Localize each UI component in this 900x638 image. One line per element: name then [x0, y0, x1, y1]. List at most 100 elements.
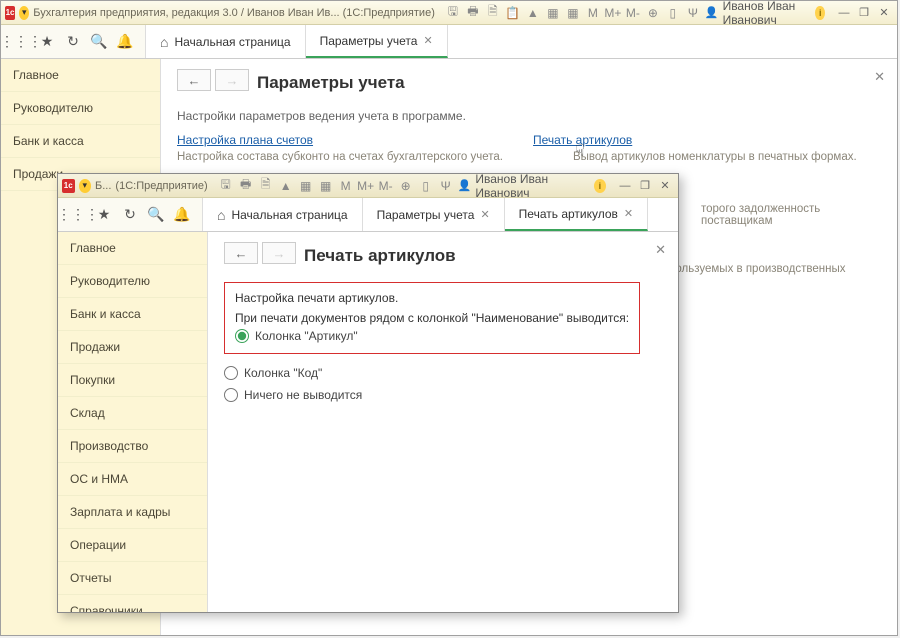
- back-button[interactable]: ←: [177, 69, 211, 91]
- sidebar-item-bank[interactable]: Банк и касса: [58, 298, 207, 331]
- favorite-icon[interactable]: ★: [37, 32, 57, 52]
- sub-print-articles: Вывод артикулов номенклатуры в печатных …: [573, 151, 857, 163]
- user-block[interactable]: 👤 Иванов Иван Иванович i: [705, 0, 825, 27]
- dropdown-icon[interactable]: ▾: [79, 179, 92, 193]
- close-button[interactable]: ✕: [875, 5, 893, 21]
- save-icon[interactable]: 🖫: [445, 5, 461, 21]
- m-icon[interactable]: M: [585, 5, 601, 21]
- inner-titlebar: 1c ▾ Б... (1С:Предприятие) 🖫 🖶 🗎 ▲ ▦ ▦ M…: [58, 174, 678, 198]
- radio-option-article[interactable]: Колонка "Артикул": [235, 325, 629, 347]
- home-icon: ⌂: [217, 207, 225, 223]
- close-icon[interactable]: ✕: [480, 208, 489, 221]
- bell-icon[interactable]: 🔔: [172, 205, 192, 225]
- inner-tab-home-label: Начальная страница: [231, 208, 347, 222]
- info-icon[interactable]: i: [594, 179, 606, 193]
- history-icon[interactable]: ↻: [63, 32, 83, 52]
- sidebar-item-operations[interactable]: Операции: [58, 529, 207, 562]
- sidebar-item-manager[interactable]: Руководителю: [1, 92, 160, 125]
- page-close-icon[interactable]: ✕: [874, 69, 885, 85]
- inner-tab-params[interactable]: Параметры учета ✕: [363, 198, 505, 231]
- tab-params-label: Параметры учета: [320, 34, 418, 48]
- preview-icon[interactable]: 🗎: [258, 178, 274, 194]
- history-icon[interactable]: ↻: [120, 205, 140, 225]
- link-plan-accounts[interactable]: Настройка плана счетов: [177, 133, 313, 147]
- apps-icon[interactable]: ⋮⋮⋮: [68, 205, 88, 225]
- sidebar-item-warehouse[interactable]: Склад: [58, 397, 207, 430]
- zoom-icon[interactable]: ⊕: [398, 178, 414, 194]
- apps-icon[interactable]: ⋮⋮⋮: [11, 32, 31, 52]
- radio-option-code[interactable]: Колонка "Код": [224, 362, 662, 384]
- sidebar-item-reports[interactable]: Отчеты: [58, 562, 207, 595]
- m-minus-icon[interactable]: M-: [625, 5, 641, 21]
- forward-button[interactable]: →: [215, 69, 249, 91]
- radio-option-none[interactable]: Ничего не выводится: [224, 384, 662, 406]
- inner-page-close-icon[interactable]: ✕: [655, 242, 666, 258]
- doc-icon[interactable]: ▯: [665, 5, 681, 21]
- sidebar-item-main[interactable]: Главное: [1, 59, 160, 92]
- maximize-button[interactable]: ❐: [855, 5, 873, 21]
- sidebar-item-purchases[interactable]: Покупки: [58, 364, 207, 397]
- doc-icon[interactable]: ▯: [418, 178, 434, 194]
- tab-home[interactable]: ⌂ Начальная страница: [146, 25, 306, 58]
- calendar-icon[interactable]: ▦: [298, 178, 314, 194]
- print-icon[interactable]: 🖶: [238, 178, 254, 194]
- grid-icon[interactable]: ▦: [318, 178, 334, 194]
- m-plus-icon[interactable]: M+: [605, 5, 621, 21]
- close-button[interactable]: ✕: [656, 178, 674, 194]
- save-icon[interactable]: 🖫: [218, 178, 234, 194]
- grid-icon[interactable]: ▦: [565, 5, 581, 21]
- inner-tab-params-label: Параметры учета: [377, 208, 475, 222]
- sidebar-item-assets[interactable]: ОС и НМА: [58, 463, 207, 496]
- close-icon[interactable]: ✕: [624, 207, 633, 220]
- maximize-button[interactable]: ❐: [636, 178, 654, 194]
- tool-icon[interactable]: Ψ: [685, 5, 701, 21]
- print-icon[interactable]: 🖶: [465, 5, 481, 21]
- sub-plan-accounts: Настройка состава субконто на счетах бух…: [177, 151, 503, 163]
- tool-icon[interactable]: Ψ: [438, 178, 454, 194]
- radio-none[interactable]: [224, 388, 238, 402]
- m-icon[interactable]: M: [338, 178, 354, 194]
- bell-icon[interactable]: 🔔: [115, 32, 135, 52]
- calendar-icon[interactable]: ▦: [545, 5, 561, 21]
- sidebar-item-production[interactable]: Производство: [58, 430, 207, 463]
- check-icon[interactable]: ▲: [278, 178, 294, 194]
- radio-article[interactable]: [235, 329, 249, 343]
- sidebar-item-bank[interactable]: Банк и касса: [1, 125, 160, 158]
- forward-button[interactable]: →: [262, 242, 296, 264]
- app-logo-icon: 1c: [62, 179, 75, 193]
- main-toolbar: ⋮⋮⋮ ★ ↻ 🔍 🔔 ⌂ Начальная страница Парамет…: [1, 25, 897, 59]
- sidebar-item-sales[interactable]: Продажи: [58, 331, 207, 364]
- inner-user-block[interactable]: 👤 Иванов Иван Иванович i: [458, 172, 606, 200]
- inner-tab-home[interactable]: ⌂ Начальная страница: [203, 198, 363, 231]
- sidebar-item-main[interactable]: Главное: [58, 232, 207, 265]
- user-icon: 👤: [458, 179, 472, 192]
- sidebar-item-manager[interactable]: Руководителю: [58, 265, 207, 298]
- minimize-button[interactable]: —: [616, 178, 634, 194]
- toolbar-icons: ⋮⋮⋮ ★ ↻ 🔍 🔔: [1, 25, 146, 58]
- favorite-icon[interactable]: ★: [94, 205, 114, 225]
- dropdown-icon[interactable]: ▾: [19, 6, 29, 20]
- window-title: Бухгалтерия предприятия, редакция 3.0 / …: [33, 7, 435, 19]
- minimize-button[interactable]: —: [835, 5, 853, 21]
- check-icon[interactable]: ▲: [525, 5, 541, 21]
- radio-code[interactable]: [224, 366, 238, 380]
- clipboard-icon[interactable]: 📋: [505, 5, 521, 21]
- m-minus-icon[interactable]: M-: [378, 178, 394, 194]
- back-button[interactable]: ←: [224, 242, 258, 264]
- inner-window-controls: — ❐ ✕: [616, 178, 674, 194]
- zoom-icon[interactable]: ⊕: [645, 5, 661, 21]
- m-plus-icon[interactable]: M+: [358, 178, 374, 194]
- close-icon[interactable]: ✕: [423, 34, 432, 47]
- trail-text-1: торого задолженность поставщикам: [701, 203, 881, 227]
- info-icon[interactable]: i: [815, 6, 825, 20]
- inner-user-name: Иванов Иван Иванович: [475, 172, 589, 200]
- link-print-articles[interactable]: Печать артикулов: [533, 133, 632, 147]
- preview-icon[interactable]: 🗎: [485, 5, 501, 21]
- tab-params[interactable]: Параметры учета ✕: [306, 25, 448, 58]
- search-icon[interactable]: 🔍: [89, 32, 109, 52]
- search-icon[interactable]: 🔍: [146, 205, 166, 225]
- sidebar-item-payroll[interactable]: Зарплата и кадры: [58, 496, 207, 529]
- inner-window-title-app: (1С:Предприятие): [115, 180, 207, 192]
- sidebar-item-directories[interactable]: Справочники: [58, 595, 207, 612]
- inner-tab-print[interactable]: Печать артикулов ✕: [505, 198, 648, 231]
